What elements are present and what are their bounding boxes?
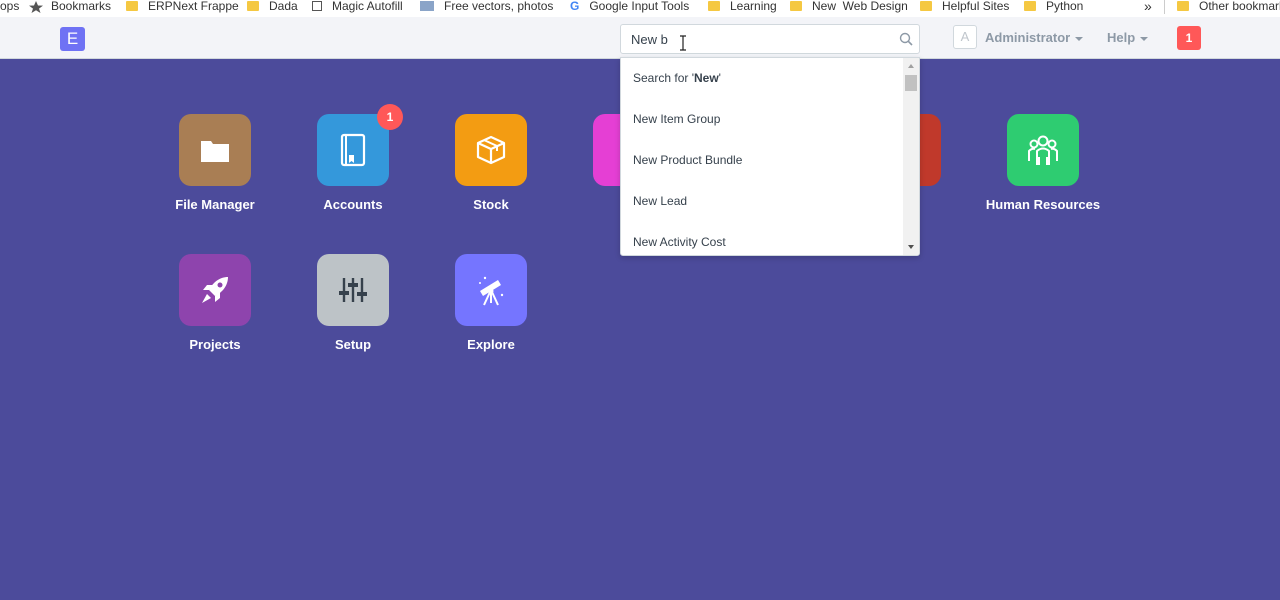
bookmark-label: Free vectors, photos — [444, 0, 554, 13]
app-projects[interactable]: Projects — [145, 254, 285, 352]
bookmark-label: Dada — [269, 0, 298, 13]
app-explore[interactable]: Explore — [421, 254, 561, 352]
bookmark-label: ERPNext Frappe — [148, 0, 239, 13]
app-label: File Manager — [175, 197, 255, 212]
bookmark-free-vectors[interactable]: Free vectors, photos — [420, 0, 553, 14]
suggestion-item[interactable]: New Item Group — [621, 99, 905, 140]
help-menu-label: Help — [1107, 30, 1136, 45]
telescope-icon — [479, 276, 504, 306]
image-icon — [420, 0, 434, 11]
bookmark-learning[interactable]: Learning — [708, 0, 777, 14]
bookmark-google-input-tools[interactable]: G Google Input Tools — [570, 0, 689, 14]
app-tile[interactable] — [317, 254, 389, 326]
bookmark-new-web-design[interactable]: New Web Design — [790, 0, 908, 14]
sliders-icon — [339, 278, 367, 302]
folder-icon — [708, 0, 720, 11]
help-menu[interactable]: Help — [1107, 30, 1149, 45]
app-stock[interactable]: Stock — [421, 114, 561, 212]
suggestion-item[interactable]: New Activity Cost — [621, 222, 905, 255]
bookmark-bookmarks[interactable]: Bookmarks — [29, 0, 111, 14]
bookmark-label: Magic Autofill — [332, 0, 403, 13]
box-icon — [476, 135, 506, 165]
bookmark-label: Helpful Sites — [942, 0, 1010, 13]
app-tile[interactable] — [455, 114, 527, 186]
bookmark-other-bookmarks[interactable]: Other bookmarks — [1164, 0, 1280, 14]
notification-badge: 1 — [377, 104, 403, 130]
awesome-bar[interactable] — [620, 24, 920, 54]
app-tile[interactable] — [179, 114, 251, 186]
bookmark-label: Google Input Tools — [589, 0, 690, 13]
scroll-down-arrow-icon[interactable] — [908, 245, 914, 249]
suggestion-item[interactable]: New Product Bundle — [621, 140, 905, 181]
caret-down-icon — [1075, 36, 1084, 41]
bookmark-label: Other bookmarks — [1199, 0, 1280, 13]
folder-icon — [1177, 0, 1189, 11]
scrollbar-thumb[interactable] — [905, 75, 917, 91]
people-icon — [1028, 135, 1058, 165]
book-icon — [340, 133, 366, 167]
folder-icon — [790, 0, 802, 11]
bookmarks-bar: ops Bookmarks ERPNext Frappe Dada Magic … — [0, 0, 1280, 17]
app-tile[interactable] — [1007, 114, 1079, 186]
search-suggestions-dropdown: Search for 'New' New Item Group New Prod… — [620, 57, 920, 256]
app-logo[interactable]: E — [60, 27, 85, 51]
search-input[interactable] — [621, 25, 891, 53]
suggestion-item[interactable]: New Lead — [621, 181, 905, 222]
avatar[interactable]: A — [953, 25, 977, 49]
app-label: Explore — [467, 337, 515, 352]
app-label: Setup — [334, 337, 372, 352]
rocket-icon — [202, 277, 228, 303]
star-icon — [29, 0, 43, 13]
chevron-more-icon: » — [1144, 0, 1152, 14]
search-for-term: New — [693, 71, 719, 85]
bookmarks-more-button[interactable]: » — [1144, 0, 1152, 14]
top-navbar: E A Administrator Help 1 — [0, 17, 1280, 59]
scroll-up-arrow-icon[interactable] — [908, 64, 914, 68]
app-label: Accounts — [323, 197, 383, 212]
folder-icon — [1024, 0, 1036, 11]
app-label: Stock — [473, 197, 509, 212]
bookmark-erpnext-frappe[interactable]: ERPNext Frappe — [126, 0, 239, 14]
search-for-prefix: Search for ' — [633, 71, 694, 85]
bookmark-helpful-sites[interactable]: Helpful Sites — [920, 0, 1009, 14]
bookmark-label: Python — [1046, 0, 1084, 13]
folder-icon — [126, 0, 138, 11]
bookmark-magic-autofill[interactable]: Magic Autofill — [312, 0, 403, 14]
search-icon[interactable] — [899, 32, 913, 46]
bookmark-dada[interactable]: Dada — [247, 0, 298, 14]
app-label: Human Resources — [985, 197, 1101, 212]
app-tile[interactable] — [179, 254, 251, 326]
text-cursor-icon — [680, 35, 686, 51]
search-for-option[interactable]: Search for 'New' — [621, 58, 905, 99]
bookmark-python[interactable]: Python — [1024, 0, 1083, 14]
user-menu-label: Administrator — [985, 30, 1071, 45]
app-file-manager[interactable]: File Manager — [145, 114, 285, 212]
app-human-resources[interactable]: Human Resources — [973, 114, 1113, 212]
page-icon — [312, 0, 322, 11]
app-tile[interactable] — [455, 254, 527, 326]
app-label: Projects — [189, 337, 241, 352]
bookmark-apps[interactable]: ops — [0, 0, 19, 14]
folder-icon — [920, 0, 932, 11]
caret-down-icon — [1140, 36, 1149, 41]
bookmark-label: Learning — [730, 0, 777, 13]
bookmark-label: ops — [0, 0, 20, 13]
bookmark-label: New Web Design — [812, 0, 908, 13]
search-for-suffix: ' — [718, 71, 721, 85]
app-accounts[interactable]: 1 Accounts — [283, 104, 423, 212]
google-icon: G — [570, 0, 580, 13]
bookmark-label: Bookmarks — [51, 0, 112, 13]
dropdown-scrollbar[interactable] — [903, 58, 919, 255]
notifications-button[interactable]: 1 — [1177, 26, 1201, 50]
folder-icon — [201, 141, 229, 162]
user-menu[interactable]: Administrator — [985, 30, 1084, 45]
app-tile[interactable]: 1 — [317, 104, 403, 186]
folder-icon — [247, 0, 259, 11]
app-setup[interactable]: Setup — [283, 254, 423, 352]
